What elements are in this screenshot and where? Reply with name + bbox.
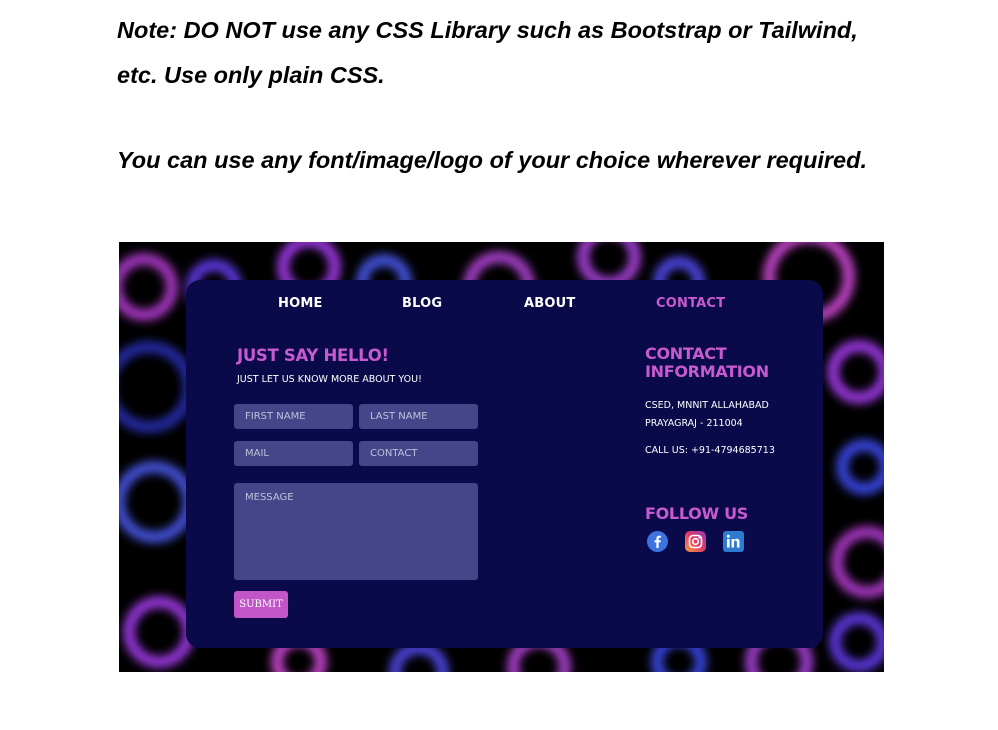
message-textarea[interactable] — [234, 483, 478, 580]
contact-info-title: CONTACT INFORMATION — [645, 344, 769, 381]
address-line-1: CSED, MNNIT ALLAHABAD — [645, 400, 769, 411]
nav-contact[interactable]: CONTACT — [656, 296, 725, 311]
follow-us-title: FOLLOW US — [645, 504, 748, 523]
form-subtitle: JUST LET US KNOW MORE ABOUT YOU! — [237, 374, 422, 385]
first-name-input[interactable] — [234, 404, 353, 429]
instagram-icon[interactable] — [685, 531, 706, 552]
contact-input[interactable] — [359, 441, 478, 466]
nav-blog[interactable]: BLOG — [402, 296, 442, 311]
instruction-note: Note: DO NOT use any CSS Library such as… — [117, 17, 858, 88]
phone-line: CALL US: +91-4794685713 — [645, 445, 775, 456]
form-title: JUST SAY HELLO! — [237, 346, 389, 365]
submit-button[interactable]: SUBMIT — [234, 591, 288, 618]
nav-home[interactable]: HOME — [278, 296, 323, 311]
linkedin-icon[interactable] — [723, 531, 744, 552]
contact-card: HOME BLOG ABOUT CONTACT JUST SAY HELLO! … — [186, 280, 823, 648]
address-line-2: PRAYAGRAJ - 211004 — [645, 418, 743, 429]
facebook-icon[interactable] — [647, 531, 668, 552]
design-preview: HOME BLOG ABOUT CONTACT JUST SAY HELLO! … — [119, 242, 884, 672]
last-name-input[interactable] — [359, 404, 478, 429]
nav-about[interactable]: ABOUT — [524, 296, 575, 311]
mail-input[interactable] — [234, 441, 353, 466]
instruction-note-fonts: You can use any font/image/logo of your … — [117, 147, 867, 173]
